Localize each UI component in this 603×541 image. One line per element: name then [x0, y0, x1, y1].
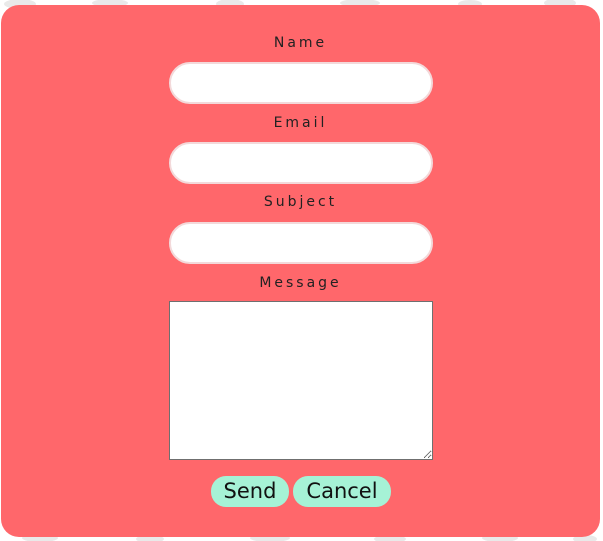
email-input[interactable]: [169, 142, 433, 184]
subject-input[interactable]: [169, 222, 433, 264]
email-label: Email: [273, 115, 328, 131]
subject-label: Subject: [263, 194, 338, 210]
message-textarea[interactable]: [169, 301, 433, 460]
cancel-button[interactable]: Cancel: [293, 476, 391, 507]
name-label: Name: [273, 35, 328, 51]
contact-form-card: Name Email Subject Message Send Cancel: [1, 5, 600, 537]
message-label: Message: [259, 275, 342, 291]
send-button[interactable]: Send: [211, 476, 289, 507]
name-input[interactable]: [169, 62, 433, 104]
